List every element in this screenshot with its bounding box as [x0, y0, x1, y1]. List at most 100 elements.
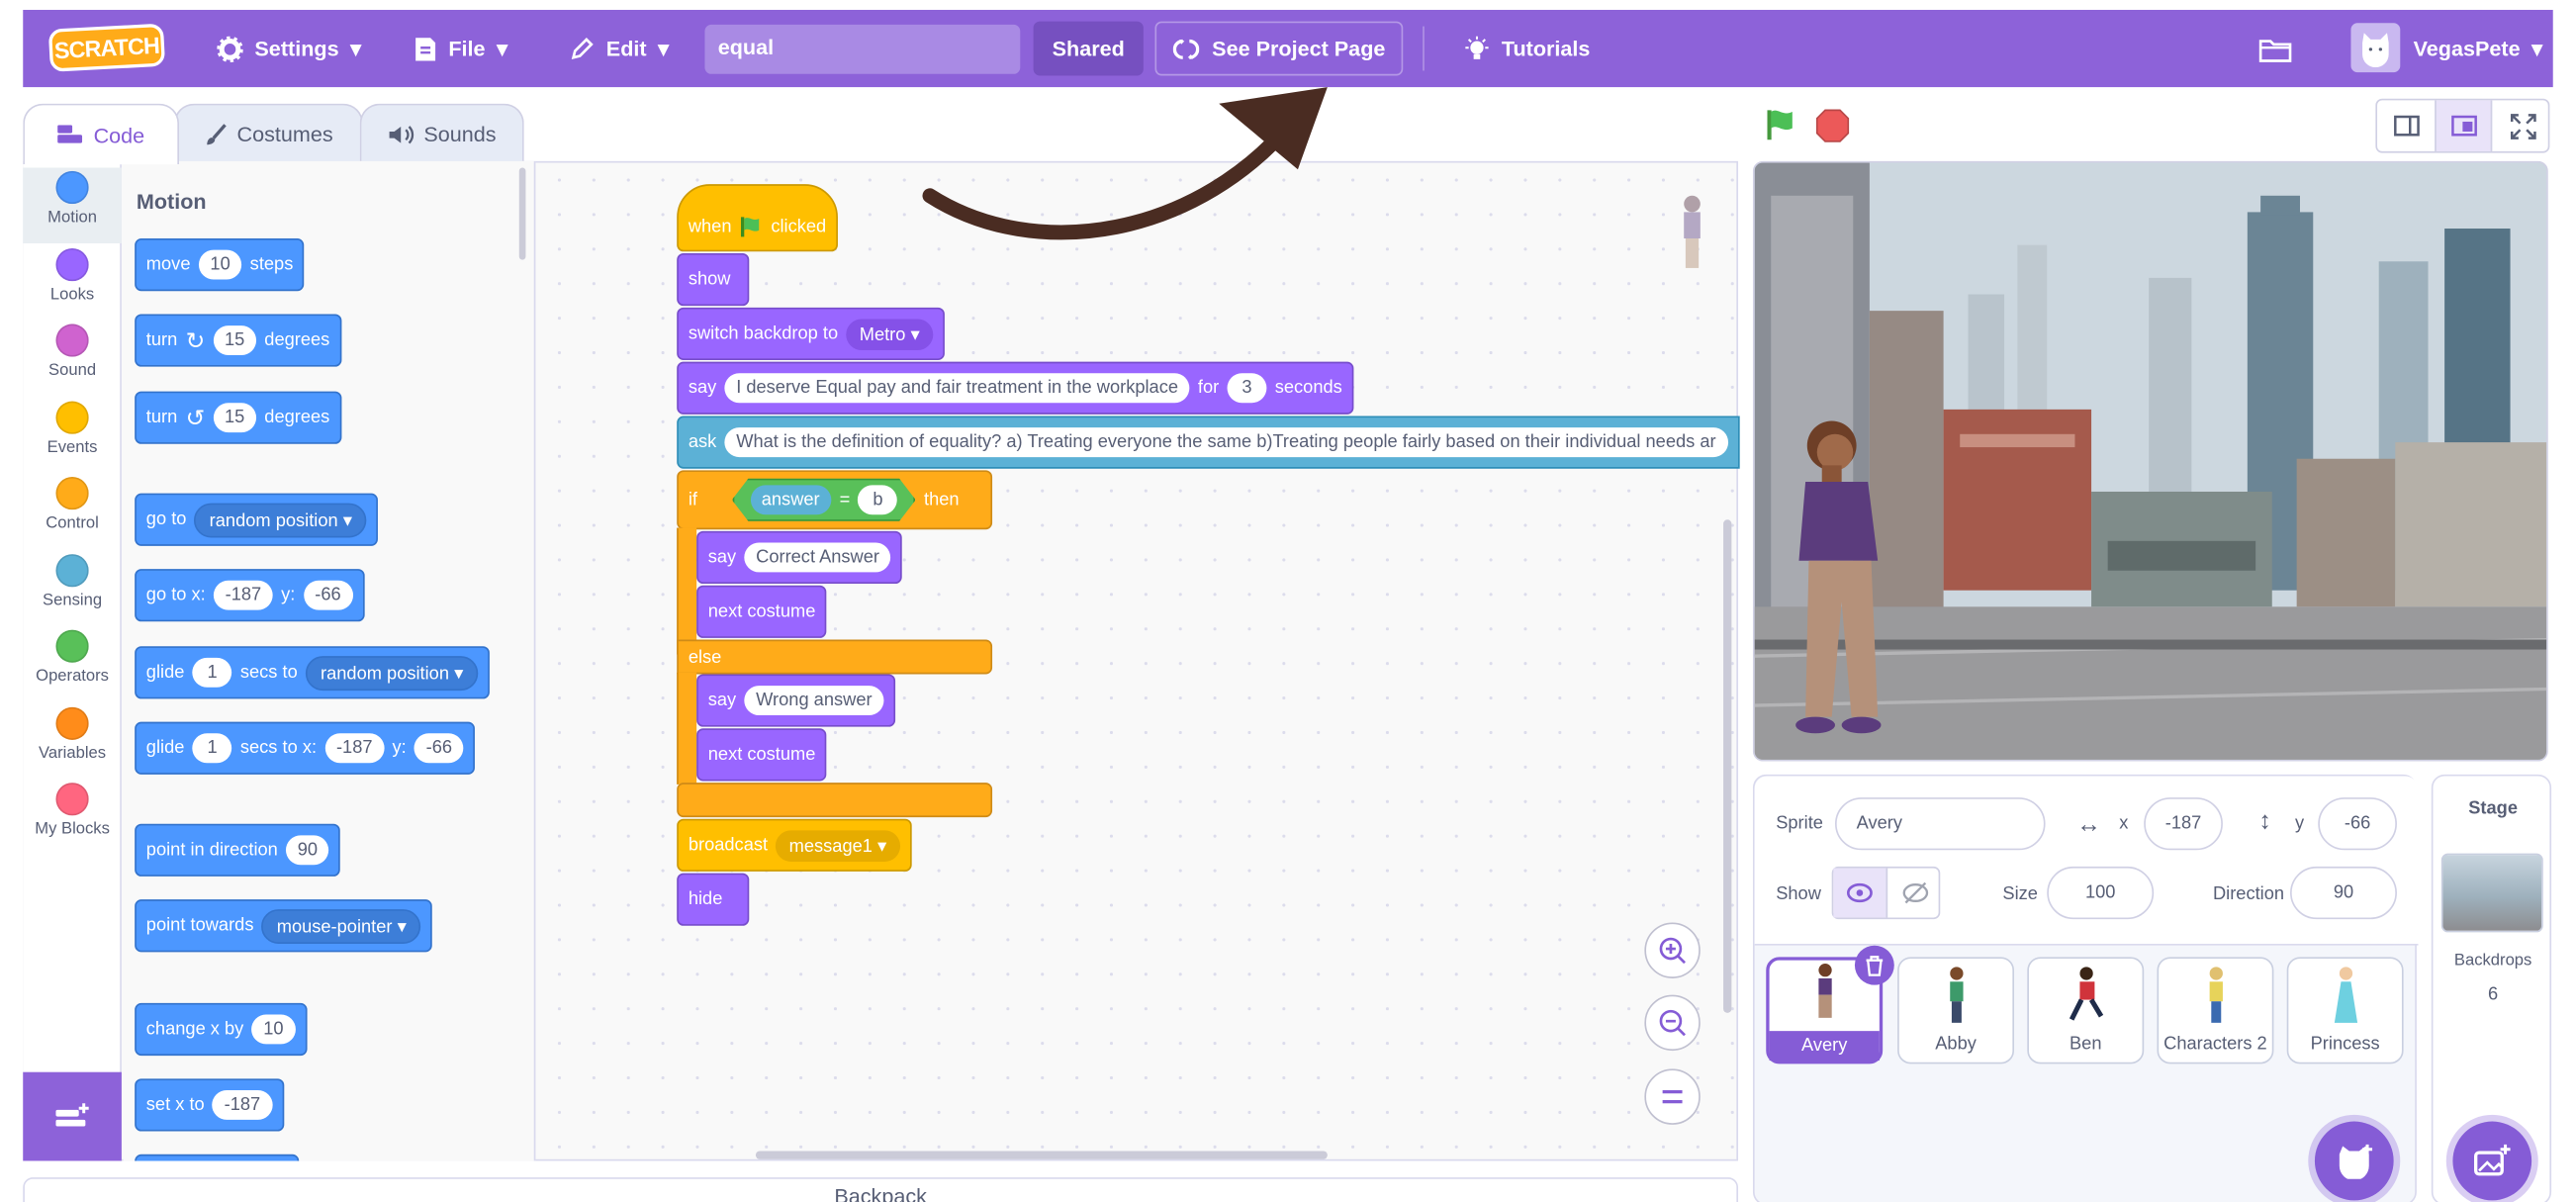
block-turn-left[interactable]: turn ↺ 15 degrees [135, 391, 341, 444]
file-menu[interactable]: File ▾ [414, 10, 507, 87]
block-move-steps[interactable]: move 10 steps [135, 238, 305, 292]
project-title-input[interactable]: equal [704, 24, 1021, 74]
block-say-wrong[interactable]: say Wrong answer [696, 674, 895, 727]
backpack-panel[interactable]: Backpack [23, 1177, 1739, 1202]
large-stage-button[interactable] [2435, 100, 2493, 151]
category-looks[interactable]: Looks [23, 245, 122, 321]
block-turn-right[interactable]: turn ↻ 15 degrees [135, 314, 341, 367]
category-events[interactable]: Events [23, 398, 122, 473]
stop-button[interactable] [1815, 109, 1850, 143]
y-position-input[interactable]: -66 [2318, 797, 2397, 851]
say-text-input[interactable]: I deserve Equal pay and fair treatment i… [724, 373, 1190, 404]
category-motion[interactable]: Motion [23, 167, 122, 243]
block-say-correct[interactable]: say Correct Answer [696, 530, 903, 585]
block-next-costume[interactable]: next costume [696, 585, 828, 638]
size-input[interactable]: 100 [2047, 866, 2155, 920]
show-button[interactable] [1833, 868, 1888, 918]
block-switch-backdrop[interactable]: switch backdrop to Metro [677, 307, 945, 360]
change-input[interactable]: 10 [251, 1014, 296, 1045]
shared-button[interactable]: Shared [1033, 21, 1144, 76]
block-broadcast[interactable]: broadcast message1 [677, 818, 912, 872]
sprite-tile-abby[interactable]: Abby [1897, 957, 2015, 1064]
add-extension-button[interactable] [23, 1071, 122, 1161]
secs-input[interactable]: 3 [1227, 373, 1267, 404]
block-change-x[interactable]: change x by 10 [135, 1002, 307, 1057]
block-point-in-direction[interactable]: point in direction 90 [135, 823, 341, 877]
workspace-vertical-scrollbar[interactable] [1723, 519, 1732, 1013]
sprite-name-input[interactable]: Avery [1835, 797, 2046, 851]
secs-input[interactable]: 1 [192, 657, 232, 688]
block-ask-and-wait[interactable]: ask What is the definition of equality? a… [677, 416, 1740, 469]
y-input[interactable]: -66 [303, 580, 353, 610]
fullscreen-button[interactable] [2494, 100, 2551, 151]
settings-menu[interactable]: Settings ▾ [217, 10, 361, 87]
category-operators[interactable]: Operators [23, 626, 122, 701]
tab-code[interactable]: Code [23, 103, 180, 165]
block-hide[interactable]: hide [677, 873, 750, 926]
block-glide-to[interactable]: glide 1 secs to random position [135, 646, 490, 699]
message-dropdown[interactable]: message1 [776, 829, 900, 862]
small-stage-button[interactable] [2377, 100, 2435, 151]
block-go-to[interactable]: go to random position [135, 493, 379, 546]
category-my-blocks[interactable]: My Blocks [23, 780, 122, 855]
x-position-input[interactable]: -187 [2144, 797, 2223, 851]
palette-scrollbar[interactable] [518, 167, 526, 260]
account-menu[interactable]: VegasPete ▾ [2414, 10, 2542, 87]
say-text-input[interactable]: Wrong answer [744, 686, 884, 716]
block-set-x[interactable]: set x to -187 [135, 1078, 284, 1132]
sprite-tile-ben[interactable]: Ben [2027, 957, 2145, 1064]
stage-target-pane[interactable]: Stage Backdrops 6 [2431, 774, 2552, 1202]
steps-input[interactable]: 10 [198, 249, 242, 280]
delete-sprite-button[interactable] [1854, 945, 1894, 985]
ask-text-input[interactable]: What is the definition of equality? a) T… [724, 427, 1728, 458]
zoom-in-button[interactable] [1644, 922, 1701, 978]
category-control[interactable]: Control [23, 474, 122, 549]
degrees-input[interactable]: 15 [213, 325, 256, 356]
backdrop-dropdown[interactable]: Metro [846, 318, 933, 350]
set-input[interactable]: -187 [213, 1089, 272, 1120]
tutorials-menu[interactable]: Tutorials [1464, 10, 1590, 87]
degrees-input[interactable]: 15 [213, 403, 256, 433]
block-go-to-xy[interactable]: go to x: -187 y: -66 [135, 569, 364, 622]
my-stuff-button[interactable] [2258, 10, 2292, 87]
category-variables[interactable]: Variables [23, 703, 122, 779]
see-project-page-button[interactable]: See Project Page [1154, 21, 1404, 76]
scratch-logo[interactable]: SCRATCH [47, 23, 166, 72]
x-input[interactable]: -187 [214, 580, 273, 610]
block-glide-to-xy[interactable]: glide 1 secs to x: -187 y: -66 [135, 721, 476, 775]
if-header[interactable]: if answer = b then [677, 470, 993, 530]
tab-costumes[interactable]: Costumes [174, 103, 364, 163]
x-input[interactable]: -187 [324, 733, 385, 764]
target-dropdown[interactable]: mouse-pointer [261, 908, 421, 944]
block-show[interactable]: show [677, 252, 750, 307]
target-dropdown[interactable]: random position [194, 502, 367, 537]
equals-operator[interactable]: answer = b [732, 479, 916, 521]
zoom-reset-button[interactable] [1644, 1068, 1701, 1125]
sprite-tile-characters-2[interactable]: Characters 2 [2157, 957, 2274, 1064]
block-when-flag-clicked[interactable]: when clicked [677, 184, 838, 252]
tab-sounds[interactable]: Sounds [359, 103, 524, 163]
workspace-horizontal-scrollbar[interactable] [755, 1151, 1328, 1159]
hide-button[interactable] [1887, 869, 1942, 918]
block-next-costume[interactable]: next costume [696, 728, 828, 782]
user-avatar[interactable] [2350, 23, 2401, 73]
stage-canvas[interactable] [1752, 160, 2548, 762]
add-backdrop-button[interactable] [2452, 1121, 2532, 1201]
category-sound[interactable]: Sound [23, 321, 122, 396]
sprite-tile-princess[interactable]: Princess [2286, 957, 2404, 1064]
green-flag-button[interactable] [1765, 109, 1797, 141]
zoom-out-button[interactable] [1644, 994, 1701, 1052]
category-sensing[interactable]: Sensing [23, 551, 122, 626]
block-say-for-secs[interactable]: say I deserve Equal pay and fair treatmen… [677, 361, 1354, 415]
direction-input[interactable]: 90 [286, 835, 329, 866]
direction-input[interactable]: 90 [2290, 866, 2397, 920]
block-point-towards[interactable]: point towards mouse-pointer [135, 899, 433, 953]
secs-input[interactable]: 1 [192, 733, 232, 764]
target-dropdown[interactable]: random position [306, 655, 479, 691]
edit-menu[interactable]: Edit ▾ [570, 10, 669, 87]
answer-reporter[interactable]: answer [750, 485, 831, 514]
say-text-input[interactable]: Correct Answer [744, 542, 891, 573]
y-input[interactable]: -66 [414, 733, 464, 764]
block-partial[interactable] [135, 1154, 300, 1161]
add-sprite-button[interactable] [2314, 1121, 2394, 1201]
